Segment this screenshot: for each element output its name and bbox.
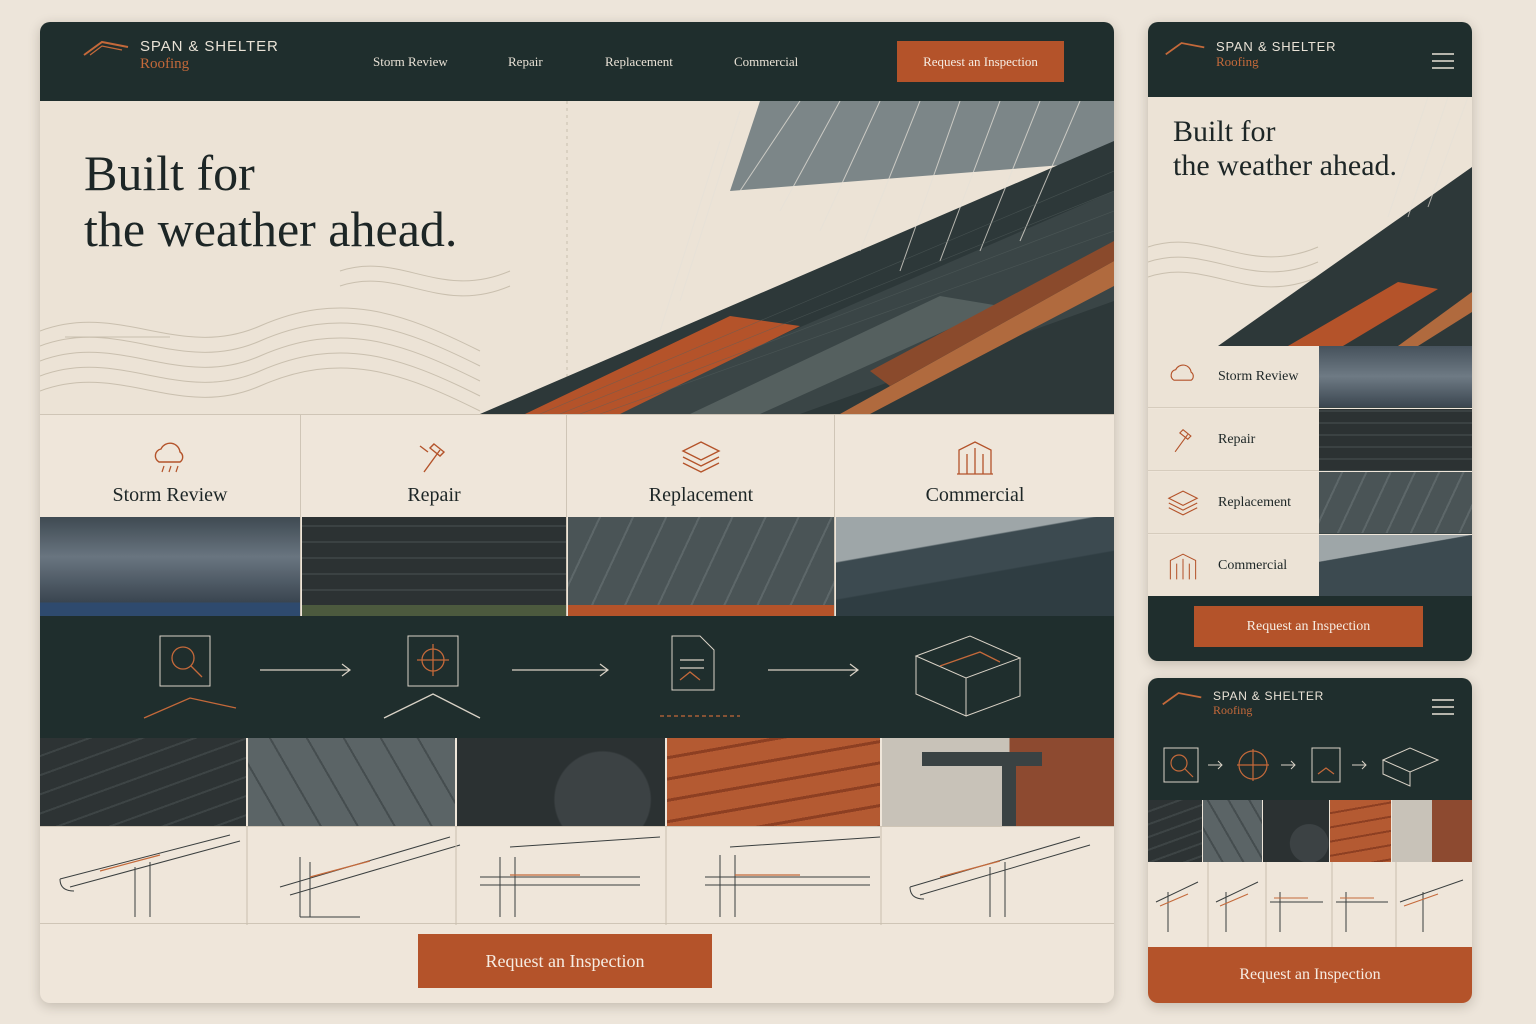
mobile-process-steps xyxy=(1163,747,1440,787)
mobile-sketches-row xyxy=(1148,862,1472,947)
process-band xyxy=(40,616,1114,738)
detail-sketches-row xyxy=(40,826,1114,925)
hammer-icon xyxy=(419,443,446,473)
nav-cta-button[interactable]: Request an Inspection xyxy=(897,41,1064,82)
service-label: Repair xyxy=(1218,431,1256,447)
roof-logo-icon xyxy=(1165,42,1205,56)
commercial-roof-image xyxy=(1319,535,1472,597)
materials-row xyxy=(40,738,1114,826)
arrow-icons xyxy=(260,663,859,677)
hero-line-1: Built for xyxy=(1173,115,1276,148)
service-card-repair[interactable]: Repair xyxy=(302,415,567,617)
service-label: Commercial xyxy=(925,484,1025,506)
shingle-roof-image xyxy=(1319,409,1472,471)
commercial-roof-image xyxy=(836,517,1114,617)
service-card-storm-review[interactable]: Storm Review xyxy=(40,415,301,617)
hamburger-menu-icon[interactable] xyxy=(1431,699,1455,715)
roof-logo-icon xyxy=(1162,692,1202,706)
brand-name: SPAN & SHELTER xyxy=(1216,39,1337,54)
roof-detail-sketches xyxy=(59,827,1091,925)
service-label: Storm Review xyxy=(1218,368,1299,384)
service-card-replacement[interactable]: Replacement xyxy=(568,415,835,617)
desktop-navbar: SPAN & SHELTER Roofing Storm Review Repa… xyxy=(40,22,1114,101)
cta-button[interactable]: Request an Inspection xyxy=(418,934,712,988)
building-icon xyxy=(1169,553,1197,579)
roof-logo-icon xyxy=(83,40,129,56)
brand-logo[interactable]: SPAN & SHELTER Roofing xyxy=(82,38,279,73)
service-label: Storm Review xyxy=(112,484,228,506)
layers-icon xyxy=(1167,490,1199,515)
shingle-roof-image xyxy=(302,517,566,617)
service-label: Commercial xyxy=(1218,557,1288,573)
brand-sub: Roofing xyxy=(1213,703,1253,718)
mobile-preview-process: SPAN & SHELTER Roofing Request an Inspec… xyxy=(1148,678,1472,1003)
cta-section: Request an Inspection xyxy=(40,924,1114,1002)
brand-logo[interactable]: SPAN & SHELTER Roofing xyxy=(1161,689,1324,718)
hero-line-2: the weather ahead. xyxy=(1173,148,1398,182)
nav-repair[interactable]: Repair xyxy=(508,54,543,70)
storm-clouds-image xyxy=(40,517,300,617)
mobile-service-replacement[interactable]: Replacement xyxy=(1148,472,1319,534)
mobile-cta-button[interactable]: Request an Inspection xyxy=(1148,947,1472,1003)
hero-line-2: the weather ahead. xyxy=(84,201,458,257)
hero-section: Built for the weather ahead. xyxy=(40,101,1114,414)
material-clay-tile xyxy=(667,738,880,826)
mobile-service-commercial[interactable]: Commercial xyxy=(1148,535,1319,597)
mobile-navbar-process: SPAN & SHELTER Roofing xyxy=(1148,678,1472,800)
building-icon xyxy=(957,441,993,475)
metal-roof-image xyxy=(1319,472,1472,534)
material-asphalt-shingle xyxy=(40,738,246,826)
storm-clouds-image xyxy=(1319,346,1472,408)
mobile-preview-services: SPAN & SHELTER Roofing Built for the wea… xyxy=(1148,22,1472,661)
service-label: Repair xyxy=(407,484,461,506)
mobile-service-repair[interactable]: Repair xyxy=(1148,409,1319,471)
material-standing-seam-metal xyxy=(248,738,455,826)
mobile-services-list: Storm Review Repair Replacement Commerci… xyxy=(1148,346,1472,597)
nav-storm-review[interactable]: Storm Review xyxy=(373,54,448,70)
mobile-hero: Built for the weather ahead. xyxy=(1148,97,1472,346)
service-label: Replacement xyxy=(648,484,754,506)
brand-sub: Roofing xyxy=(1216,54,1259,70)
cloud-rain-icon xyxy=(1170,363,1194,381)
hero-headline: Built for the weather ahead. xyxy=(84,145,457,257)
mobile-cta-button[interactable]: Request an Inspection xyxy=(1194,606,1423,647)
nav-commercial[interactable]: Commercial xyxy=(734,54,798,70)
service-label: Replacement xyxy=(1218,494,1292,510)
mobile-cta-bar: Request an Inspection xyxy=(1148,596,1472,661)
brand-name: SPAN & SHELTER xyxy=(1213,689,1324,703)
cloud-rain-icon xyxy=(154,442,184,473)
brand-name: SPAN & SHELTER xyxy=(140,38,279,55)
hammer-icon xyxy=(1174,428,1192,452)
roof-detail-sketches xyxy=(1155,862,1464,947)
mobile-hero-headline: Built for the weather ahead. xyxy=(1173,115,1397,182)
metal-roof-image xyxy=(568,517,834,617)
mobile-service-storm-review[interactable]: Storm Review xyxy=(1148,346,1319,408)
nav-replacement[interactable]: Replacement xyxy=(605,54,673,70)
material-gutter-edge xyxy=(882,738,1114,826)
material-gutter-edge xyxy=(1392,800,1472,862)
material-clay-tile xyxy=(1330,800,1391,862)
material-membrane-roll xyxy=(457,738,665,826)
services-row: Storm Review Repair Replacement Commerci… xyxy=(40,414,1114,617)
brand-logo[interactable]: SPAN & SHELTER Roofing xyxy=(1164,39,1337,70)
mobile-materials-row xyxy=(1148,800,1472,862)
material-membrane-roll xyxy=(1263,800,1329,862)
layers-icon xyxy=(681,441,721,473)
process-steps xyxy=(143,635,1022,719)
desktop-preview: SPAN & SHELTER Roofing Storm Review Repa… xyxy=(40,22,1114,1003)
brand-sub: Roofing xyxy=(140,55,190,72)
mobile-navbar: SPAN & SHELTER Roofing xyxy=(1148,22,1472,97)
hero-line-1: Built for xyxy=(84,145,255,201)
material-standing-seam-metal xyxy=(1203,800,1262,862)
material-asphalt-shingle xyxy=(1148,800,1202,862)
hamburger-menu-icon[interactable] xyxy=(1431,53,1455,69)
service-card-commercial[interactable]: Commercial xyxy=(836,415,1114,617)
